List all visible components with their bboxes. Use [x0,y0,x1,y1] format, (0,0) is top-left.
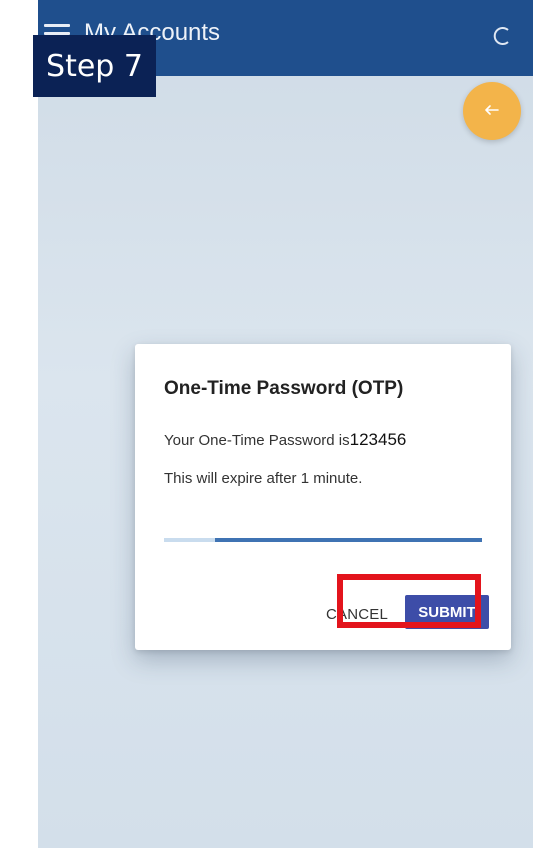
expiry-progress-fill [214,538,482,542]
otp-code: 123456 [349,430,407,449]
loading-spinner-icon [493,26,513,46]
otp-dialog: One-Time Password (OTP) Your One-Time Pa… [135,344,511,650]
dialog-title: One-Time Password (OTP) [164,378,404,399]
expiry-text: This will expire after 1 minute. [164,470,363,487]
submit-button[interactable]: SUBMIT [405,595,489,629]
arrow-left-icon [485,102,499,120]
step-badge: Step 7 [33,35,156,97]
cancel-button[interactable]: CANCEL [326,606,388,623]
expiry-progress-bar [164,538,482,542]
otp-message: Your One-Time Password is123456 [164,430,406,450]
otp-message-prefix: Your One-Time Password is [164,432,350,449]
back-button[interactable] [463,82,521,140]
phone-screen: My Accounts One-Time Password (OTP) Your… [38,0,533,848]
